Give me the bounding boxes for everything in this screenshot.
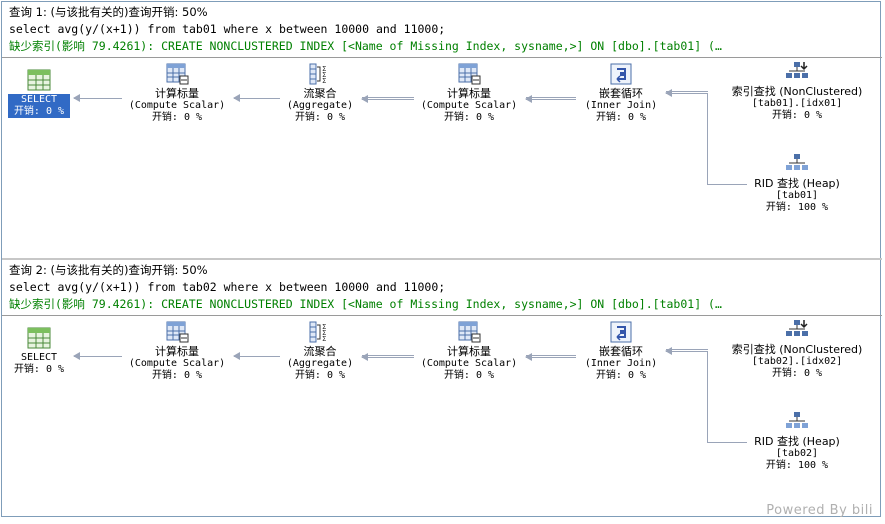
- node-label: SELECT: [20, 352, 58, 363]
- compute-scalar-node[interactable]: 计算标量 (Compute Scalar) 开销: 0 %: [122, 320, 232, 382]
- index-seek-icon: [786, 320, 808, 336]
- select-table-icon: [27, 327, 51, 349]
- node-label: 流聚合: [303, 345, 337, 358]
- flow-arrow: [665, 89, 708, 97]
- node-label: 嵌套循环: [599, 87, 643, 100]
- node-cost: 开销: 0 %: [294, 370, 346, 381]
- stream-aggregate-icon: Σ Σ Σ: [309, 321, 326, 343]
- node-sub: (Compute Scalar): [128, 358, 226, 369]
- flow-arrow: [525, 95, 576, 103]
- rid-lookup-icon: [786, 412, 808, 428]
- aggregate-node[interactable]: Σ Σ Σ 流聚合 (Aggregate) 开销: 0 %: [280, 320, 360, 382]
- node-cost: 开销: 0 %: [443, 112, 495, 123]
- node-sub: (Aggregate): [286, 358, 354, 369]
- flow-arrow: [665, 347, 708, 355]
- node-sub: (Compute Scalar): [420, 100, 518, 111]
- execution-plan-window: 查询 1: (与该批有关的)查询开销: 50% select avg(y/(x+…: [1, 1, 882, 518]
- node-label: RID 查找 (Heap): [754, 435, 840, 448]
- svg-text:Σ: Σ: [322, 335, 326, 343]
- node-cost: 开销: 0 %: [151, 370, 203, 381]
- index-seek-icon: [786, 62, 808, 78]
- nested-loops-icon: [610, 63, 632, 85]
- node-sub: (Inner Join): [584, 100, 658, 111]
- watermark: Powered By bili: [766, 503, 873, 518]
- select-node[interactable]: SELECT 开销: 0 %: [8, 68, 70, 118]
- flow-arrow: [525, 353, 576, 361]
- flow-arrow: [361, 95, 414, 103]
- node-cost: 开销: 0 %: [443, 370, 495, 381]
- nested-loops-icon: [610, 321, 632, 343]
- node-cost: 开销: 0 %: [151, 112, 203, 123]
- node-cost: 开销: 0 %: [771, 368, 823, 379]
- query-1-section: 查询 1: (与该批有关的)查询开销: 50% select avg(y/(x+…: [2, 2, 882, 260]
- compute-scalar-node[interactable]: 计算标量 (Compute Scalar) 开销: 0 %: [122, 62, 232, 124]
- branch-line: [707, 352, 708, 442]
- node-sub: (Compute Scalar): [420, 358, 518, 369]
- node-cost: 开销: 0 %: [771, 110, 823, 121]
- node-label: 计算标量: [447, 87, 491, 100]
- query-title: 查询 2: (与该批有关的)查询开销: 50%: [9, 263, 208, 277]
- flow-arrow: [233, 352, 280, 360]
- compute-scalar-icon: [166, 63, 189, 85]
- nested-loops-node[interactable]: 嵌套循环 (Inner Join) 开销: 0 %: [576, 320, 666, 382]
- query-sql[interactable]: select avg(y/(x+1)) from tab01 where x b…: [9, 22, 445, 36]
- node-sub: [tab01]: [775, 190, 819, 201]
- missing-index-hint[interactable]: 缺少索引(影响 79.4261): CREATE NONCLUSTERED IN…: [9, 39, 871, 53]
- query-2-section: 查询 2: (与该批有关的)查询开销: 50% select avg(y/(x+…: [2, 260, 882, 518]
- branch-line: [707, 94, 708, 184]
- flow-arrow: [73, 94, 122, 102]
- node-label: SELECT: [20, 94, 58, 105]
- select-table-icon: [27, 69, 51, 91]
- index-seek-node[interactable]: 索引查找 (NonClustered) [tab02].[idx02] 开销: …: [722, 318, 872, 380]
- node-cost: 开销: 0 %: [595, 370, 647, 381]
- compute-scalar-icon: [458, 321, 481, 343]
- node-cost: 开销: 0 %: [595, 112, 647, 123]
- compute-scalar-node[interactable]: 计算标量 (Compute Scalar) 开销: 0 %: [414, 62, 524, 124]
- flow-arrow: [361, 353, 414, 361]
- node-cost: 开销: 100 %: [765, 460, 829, 471]
- compute-scalar-node[interactable]: 计算标量 (Compute Scalar) 开销: 0 %: [414, 320, 524, 382]
- node-cost: 开销: 100 %: [765, 202, 829, 213]
- aggregate-node[interactable]: Σ Σ Σ 流聚合 (Aggregate) 开销: 0 %: [280, 62, 360, 124]
- query-title: 查询 1: (与该批有关的)查询开销: 50%: [9, 5, 208, 19]
- node-cost: 开销: 0 %: [13, 106, 65, 117]
- header-separator: [2, 315, 882, 316]
- node-label: 计算标量: [155, 87, 199, 100]
- node-sub: [tab02].[idx02]: [751, 356, 843, 367]
- rid-lookup-node[interactable]: RID 查找 (Heap) [tab01] 开销: 100 %: [742, 152, 852, 214]
- svg-text:Σ: Σ: [322, 77, 326, 85]
- node-cost: 开销: 0 %: [13, 364, 65, 375]
- missing-index-hint[interactable]: 缺少索引(影响 79.4261): CREATE NONCLUSTERED IN…: [9, 297, 871, 311]
- node-label: 流聚合: [303, 87, 337, 100]
- node-sub: [tab02]: [775, 448, 819, 459]
- node-label: 计算标量: [447, 345, 491, 358]
- nested-loops-node[interactable]: 嵌套循环 (Inner Join) 开销: 0 %: [576, 62, 666, 124]
- node-label: 索引查找 (NonClustered): [731, 343, 863, 356]
- flow-arrow: [233, 94, 280, 102]
- branch-line: [707, 184, 747, 185]
- node-label: RID 查找 (Heap): [754, 177, 840, 190]
- branch-line: [707, 442, 747, 443]
- node-label: 计算标量: [155, 345, 199, 358]
- node-label: 嵌套循环: [599, 345, 643, 358]
- node-sub: (Aggregate): [286, 100, 354, 111]
- stream-aggregate-icon: Σ Σ Σ: [309, 63, 326, 85]
- compute-scalar-icon: [166, 321, 189, 343]
- index-seek-node[interactable]: 索引查找 (NonClustered) [tab01].[idx01] 开销: …: [722, 60, 872, 122]
- node-label: 索引查找 (NonClustered): [731, 85, 863, 98]
- query-sql[interactable]: select avg(y/(x+1)) from tab02 where x b…: [9, 280, 445, 294]
- header-separator: [2, 57, 882, 58]
- rid-lookup-icon: [786, 154, 808, 170]
- rid-lookup-node[interactable]: RID 查找 (Heap) [tab02] 开销: 100 %: [742, 410, 852, 472]
- flow-arrow: [73, 352, 122, 360]
- compute-scalar-icon: [458, 63, 481, 85]
- node-cost: 开销: 0 %: [294, 112, 346, 123]
- node-sub: (Inner Join): [584, 358, 658, 369]
- node-sub: (Compute Scalar): [128, 100, 226, 111]
- select-node[interactable]: SELECT 开销: 0 %: [8, 326, 70, 376]
- node-sub: [tab01].[idx01]: [751, 98, 843, 109]
